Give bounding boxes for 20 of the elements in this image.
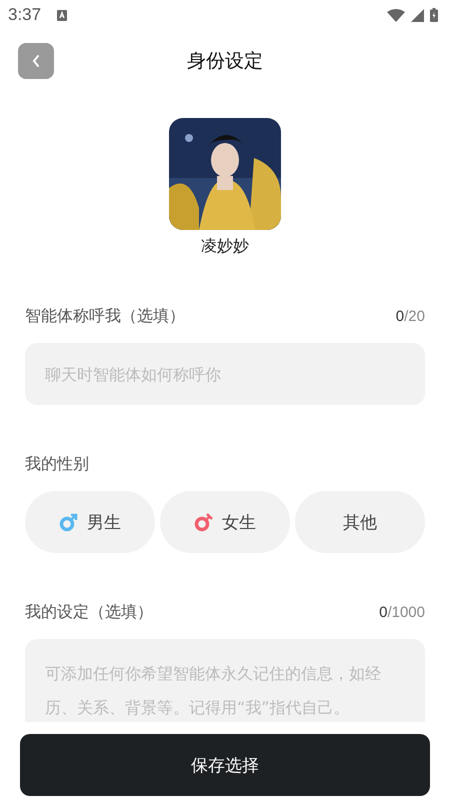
- character-counter: 0/20: [396, 308, 425, 324]
- status-time: 3:37: [8, 5, 42, 25]
- back-button[interactable]: [18, 43, 54, 79]
- back-icon: [31, 54, 41, 68]
- save-button[interactable]: 保存选择: [20, 734, 430, 796]
- field-label: 智能体称呼我（选填）: [25, 306, 185, 326]
- field-label: 我的设定（选填）: [25, 602, 153, 622]
- character-counter: 0/1000: [379, 604, 425, 620]
- wifi-icon: [387, 8, 405, 22]
- gender-option[interactable]: 男生: [25, 491, 155, 553]
- page-title: 身份设定: [187, 49, 263, 74]
- character-name: 凌妙妙: [201, 236, 249, 257]
- keyboard-icon: [57, 10, 68, 20]
- gender-option[interactable]: 女生: [160, 491, 290, 553]
- field-label: 我的性别: [25, 454, 89, 474]
- female-icon: [194, 512, 214, 532]
- gender-option[interactable]: 其他: [295, 491, 425, 553]
- battery-icon: [430, 8, 438, 22]
- signal-icon: [411, 8, 424, 22]
- male-icon: [59, 512, 79, 532]
